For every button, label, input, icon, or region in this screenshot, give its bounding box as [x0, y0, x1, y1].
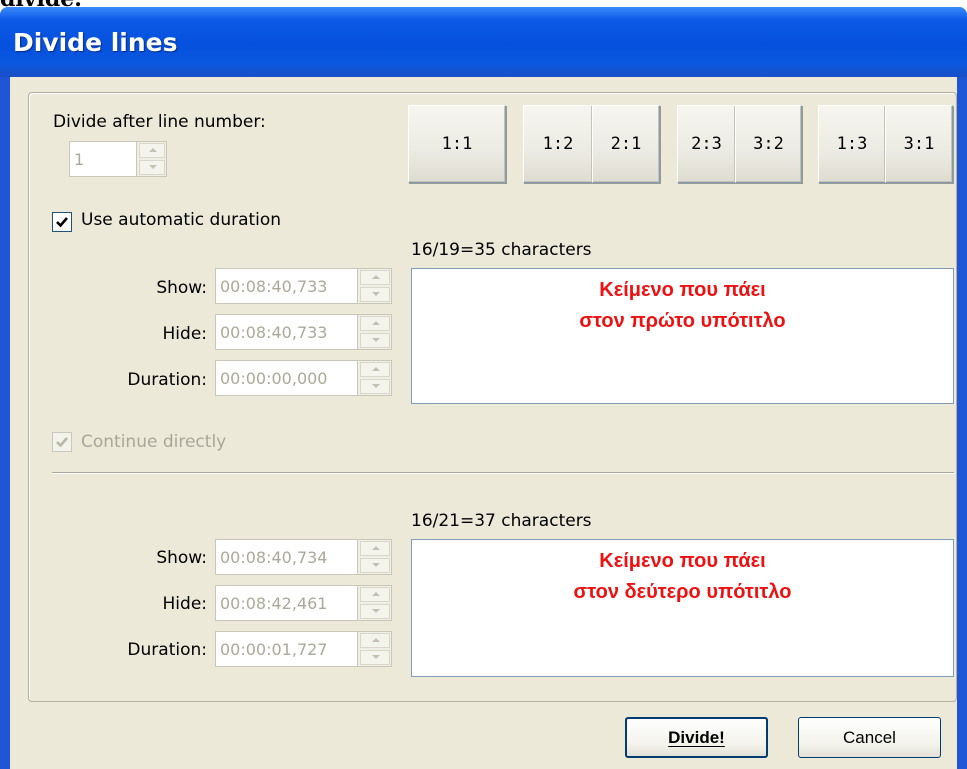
first-show-label: Show:: [156, 278, 207, 298]
spinner-down-button[interactable]: [360, 333, 390, 348]
spinner-down-button[interactable]: [139, 160, 165, 175]
spinner-up-button[interactable]: [360, 270, 390, 285]
divide-options-group: Divide after line number: 1 1:1 1:2 2:1 …: [28, 92, 957, 702]
divide-button[interactable]: Divide!: [625, 717, 768, 758]
first-hide-spinner[interactable]: 00:08:40,733: [215, 314, 392, 350]
second-show-value: 00:08:40,734: [220, 548, 328, 567]
spinner-up-button[interactable]: [360, 587, 390, 602]
first-duration-value: 00:00:00,000: [220, 369, 328, 388]
title-bar[interactable]: Divide lines: [0, 7, 967, 77]
second-char-info: 16/21=37 characters: [411, 511, 592, 531]
auto-duration-label: Use automatic duration: [81, 210, 282, 230]
second-hide-value: 00:08:42,461: [220, 594, 328, 613]
dialog-window: Divide lines Divide after line number: 1…: [0, 7, 967, 769]
first-show-value: 00:08:40,733: [220, 277, 328, 296]
ratio-button-2-3[interactable]: 2:3: [677, 105, 736, 183]
first-text-line-1: Κείμενο που πάει: [599, 279, 766, 301]
spinner-down-button[interactable]: [360, 558, 390, 573]
first-subtitle-textarea[interactable]: Κείμενο που πάει στον πρώτο υπότιτλο: [411, 268, 954, 404]
second-duration-spinner[interactable]: 00:00:01,727: [215, 631, 392, 667]
spinner-down-button[interactable]: [360, 604, 390, 619]
section-separator: [52, 472, 954, 474]
divide-button-label: Divide!: [668, 727, 725, 747]
second-text-line-2: στον δεύτερο υπότιτλο: [573, 581, 792, 603]
spinner-up-button[interactable]: [360, 541, 390, 556]
continue-directly-checkbox[interactable]: [52, 432, 72, 452]
first-hide-value: 00:08:40,733: [220, 323, 328, 342]
auto-duration-checkbox[interactable]: [52, 212, 72, 232]
first-duration-spinner[interactable]: 00:00:00,000: [215, 360, 392, 396]
second-text-line-1: Κείμενο που πάει: [599, 550, 766, 572]
first-hide-label: Hide:: [162, 324, 207, 344]
second-duration-label: Duration:: [127, 640, 207, 660]
second-show-label: Show:: [156, 548, 207, 568]
ratio-button-3-2[interactable]: 3:2: [735, 105, 802, 183]
second-hide-label: Hide:: [162, 594, 207, 614]
ratio-button-1-3[interactable]: 1:3: [818, 105, 886, 183]
ratio-button-1-1[interactable]: 1:1: [408, 105, 506, 183]
divide-after-label: Divide after line number:: [53, 112, 266, 132]
first-duration-label: Duration:: [127, 370, 207, 390]
spinner-down-button[interactable]: [360, 379, 390, 394]
divide-after-value: 1: [74, 150, 85, 169]
dialog-client-area: Divide after line number: 1 1:1 1:2 2:1 …: [10, 77, 957, 769]
ratio-button-1-2[interactable]: 1:2: [523, 105, 593, 183]
second-subtitle-textarea[interactable]: Κείμενο που πάει στον δεύτερο υπότιτλο: [411, 539, 954, 677]
spinner-up-button[interactable]: [139, 143, 165, 158]
continue-directly-label: Continue directly: [81, 432, 227, 452]
spinner-up-button[interactable]: [360, 316, 390, 331]
spinner-down-button[interactable]: [360, 287, 390, 302]
spinner-down-button[interactable]: [360, 650, 390, 665]
first-text-line-2: στον πρώτο υπότιτλο: [579, 310, 786, 332]
first-show-spinner[interactable]: 00:08:40,733: [215, 268, 392, 304]
second-show-spinner[interactable]: 00:08:40,734: [215, 539, 392, 575]
cancel-button[interactable]: Cancel: [798, 717, 941, 758]
divide-after-spinner[interactable]: 1: [69, 141, 167, 177]
second-hide-spinner[interactable]: 00:08:42,461: [215, 585, 392, 621]
checkmark-icon: [56, 217, 68, 228]
spinner-up-button[interactable]: [360, 362, 390, 377]
second-duration-value: 00:00:01,727: [220, 640, 328, 659]
cancel-button-label: Cancel: [843, 727, 896, 747]
ratio-button-2-1[interactable]: 2:1: [592, 105, 660, 183]
window-title: Divide lines: [13, 28, 178, 57]
ratio-button-3-1[interactable]: 3:1: [885, 105, 953, 183]
spinner-up-button[interactable]: [360, 633, 390, 648]
first-char-info: 16/19=35 characters: [411, 240, 592, 260]
checkmark-icon: [56, 437, 68, 448]
